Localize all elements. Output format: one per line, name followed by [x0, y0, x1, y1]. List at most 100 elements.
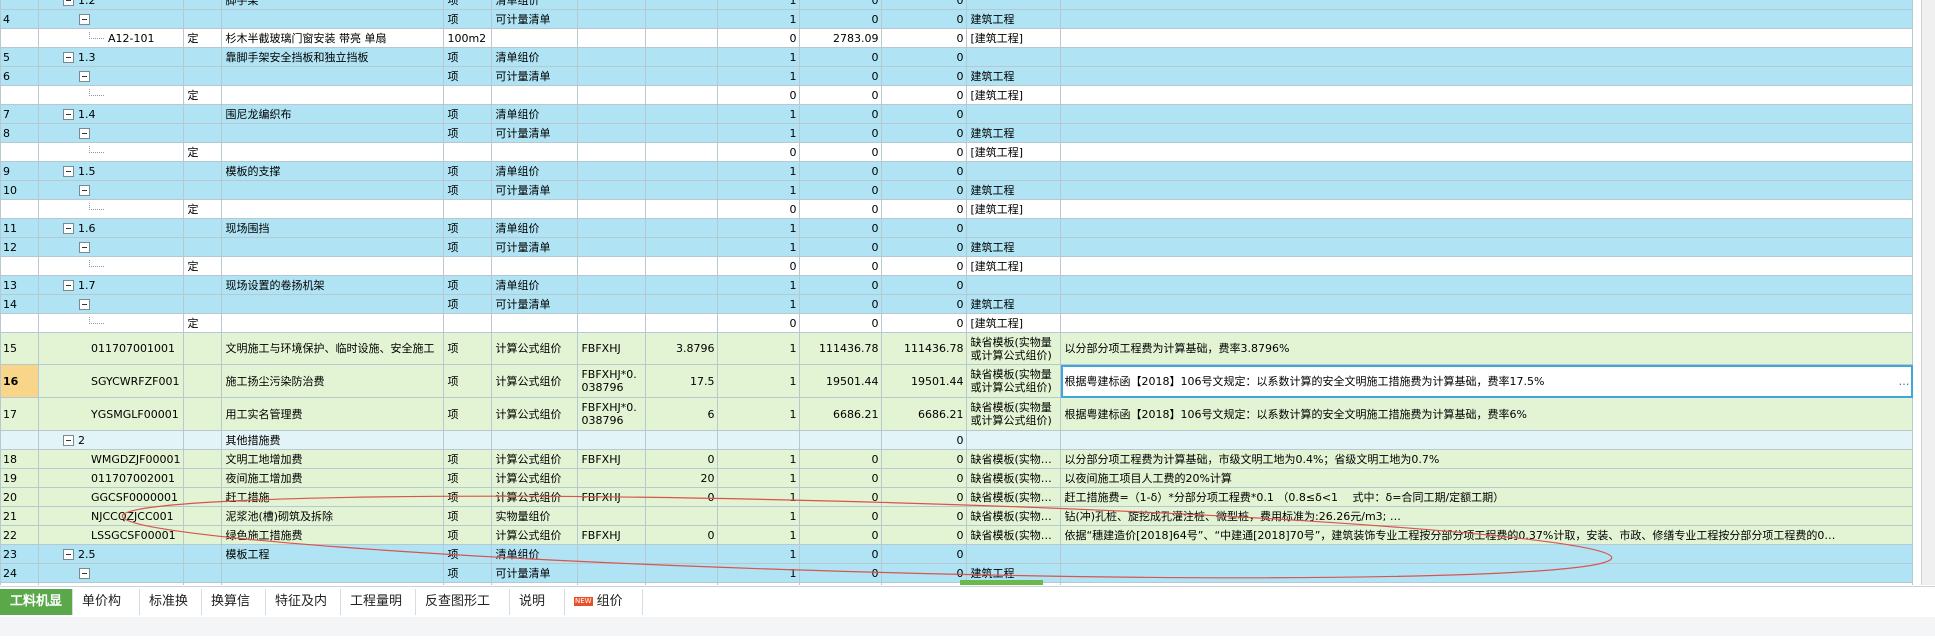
item-name-cell[interactable]: 绿色施工措施费: [221, 525, 445, 545]
item-name-cell[interactable]: 施工扬尘污染防治费: [221, 364, 445, 398]
content-description-cell[interactable]: 依据“穗建造价[2018]64号”、“中建通[2018]70号”，建筑装饰专业工…: [1060, 525, 1914, 545]
row-number-cell[interactable]: 10: [0, 180, 39, 200]
item-type-cell[interactable]: [183, 218, 223, 238]
row-number-cell[interactable]: 14: [0, 294, 39, 314]
quantity-cell[interactable]: 0: [717, 85, 801, 105]
item-name-cell[interactable]: [221, 142, 445, 162]
rate-cell[interactable]: [645, 0, 719, 10]
rate-cell[interactable]: [645, 66, 719, 86]
item-code-cell[interactable]: 1.4: [37, 104, 185, 124]
content-description-cell[interactable]: [1060, 123, 1914, 143]
unit-cell[interactable]: 项: [443, 9, 493, 29]
item-code-cell[interactable]: [37, 180, 185, 200]
item-name-cell[interactable]: 赶工措施: [221, 487, 445, 507]
total-price-cell[interactable]: 0: [881, 256, 968, 276]
total-price-cell[interactable]: 0: [881, 161, 968, 181]
item-name-cell[interactable]: 脚手架: [221, 0, 445, 10]
collapse-toggle-icon[interactable]: [63, 0, 74, 6]
content-description-cell[interactable]: [1060, 28, 1914, 48]
unit-cell[interactable]: 项: [443, 294, 493, 314]
item-code-cell[interactable]: 2: [37, 430, 185, 450]
item-type-cell[interactable]: [183, 275, 223, 295]
quantity-cell[interactable]: 1: [717, 332, 801, 365]
template-cell[interactable]: [966, 218, 1062, 238]
collapse-toggle-icon[interactable]: [63, 280, 74, 291]
unit-cell[interactable]: 项: [443, 218, 493, 238]
unit-cell[interactable]: 项: [443, 487, 493, 507]
table-row[interactable]: A12-101 定杉木半截玻璃门窗安装 带亮 单扇 100m2 0 2783.09 0 [建…: [0, 28, 1914, 48]
unit-price-cell[interactable]: 0: [799, 487, 883, 507]
total-price-cell[interactable]: 0: [881, 104, 968, 124]
total-price-cell[interactable]: 0: [881, 47, 968, 67]
template-cell[interactable]: 缺省模板(实物…: [966, 487, 1062, 507]
item-code-cell[interactable]: [37, 237, 185, 257]
template-cell[interactable]: 缺省模板(实物量或计算公式组价): [966, 397, 1062, 431]
item-name-cell[interactable]: 杉木半截玻璃门窗安装 带亮 单扇: [221, 28, 445, 48]
item-name-cell[interactable]: [221, 66, 445, 86]
item-name-cell[interactable]: 文明工地增加费: [221, 449, 445, 469]
quantity-cell[interactable]: 1: [717, 275, 801, 295]
pricing-category-cell[interactable]: 清单组价: [491, 544, 579, 564]
item-type-cell[interactable]: [183, 237, 223, 257]
collapse-toggle-icon[interactable]: [63, 52, 74, 63]
item-type-cell[interactable]: [183, 9, 223, 29]
calc-base-cell[interactable]: FBFXHJ*0.038796: [577, 364, 647, 398]
item-name-cell[interactable]: 文明施工与环境保护、临时设施、安全施工: [221, 332, 445, 365]
calc-base-cell[interactable]: [577, 47, 647, 67]
pricing-category-cell[interactable]: 清单组价: [491, 218, 579, 238]
quantity-cell[interactable]: 0: [717, 313, 801, 333]
unit-price-cell[interactable]: 0: [799, 468, 883, 488]
item-code-cell[interactable]: SGYCWRFZF001: [37, 364, 185, 398]
total-price-cell[interactable]: 0: [881, 0, 968, 10]
rate-cell[interactable]: [645, 199, 719, 219]
rate-cell[interactable]: [645, 256, 719, 276]
unit-price-cell[interactable]: 0: [799, 275, 883, 295]
item-type-cell[interactable]: [183, 468, 223, 488]
total-price-cell[interactable]: 0: [881, 237, 968, 257]
calc-base-cell[interactable]: [577, 294, 647, 314]
pricing-category-cell[interactable]: 计算公式组价: [491, 332, 579, 365]
calc-base-cell[interactable]: [577, 142, 647, 162]
calc-base-cell[interactable]: [577, 66, 647, 86]
unit-cell[interactable]: 项: [443, 468, 493, 488]
calc-base-cell[interactable]: [577, 9, 647, 29]
calc-base-cell[interactable]: [577, 237, 647, 257]
row-number-cell[interactable]: [0, 313, 39, 333]
table-row[interactable]: 6 项可计量清单 1 0 0 建筑工程: [0, 66, 1914, 86]
table-row[interactable]: 12 项可计量清单 1 0 0 建筑工程: [0, 237, 1914, 257]
row-number-cell[interactable]: 22: [0, 525, 39, 545]
item-name-cell[interactable]: 现场设置的卷扬机架: [221, 275, 445, 295]
row-number-cell[interactable]: [0, 582, 39, 585]
calc-base-cell[interactable]: [577, 544, 647, 564]
item-code-cell[interactable]: WMGDZJF00001: [37, 449, 185, 469]
unit-cell[interactable]: 项: [443, 237, 493, 257]
template-cell[interactable]: 建筑工程: [966, 180, 1062, 200]
rate-cell[interactable]: 0: [645, 449, 719, 469]
content-description-cell[interactable]: 以夜间施工项目人工费的20%计算: [1060, 468, 1914, 488]
rate-cell[interactable]: 17.5: [645, 364, 719, 398]
item-code-cell[interactable]: GGCSF0000001: [37, 487, 185, 507]
unit-cell[interactable]: [443, 142, 493, 162]
pricing-category-cell[interactable]: 可计量清单: [491, 294, 579, 314]
item-type-cell[interactable]: 定: [183, 582, 223, 585]
row-number-cell[interactable]: 4: [0, 9, 39, 29]
quantity-cell[interactable]: 1: [717, 47, 801, 67]
unit-price-cell[interactable]: 0: [799, 256, 883, 276]
table-row[interactable]: 19 011707002001 夜间施工增加费项计算公式组价 20 1 0 0 缺省模板(实物…: [0, 468, 1914, 488]
row-number-cell[interactable]: [0, 430, 39, 450]
total-price-cell[interactable]: 0: [881, 525, 968, 545]
item-code-cell[interactable]: 2.5: [37, 544, 185, 564]
row-number-cell[interactable]: 5: [0, 47, 39, 67]
item-type-cell[interactable]: 定: [183, 85, 223, 105]
quantity-cell[interactable]: 1: [717, 161, 801, 181]
item-code-cell[interactable]: [37, 9, 185, 29]
table-row[interactable]: 21 NJCCQZJCC001 泥浆池(槽)砌筑及拆除项实物量组价 1 0 0 缺省模板(实…: [0, 506, 1914, 526]
template-cell[interactable]: 缺省模板(实物…: [966, 449, 1062, 469]
total-price-cell[interactable]: 0: [881, 28, 968, 48]
rate-cell[interactable]: [645, 218, 719, 238]
pricing-category-cell[interactable]: 清单组价: [491, 161, 579, 181]
quantity-cell[interactable]: 1: [717, 397, 801, 431]
unit-cell[interactable]: 项: [443, 275, 493, 295]
content-description-cell[interactable]: [1060, 256, 1914, 276]
item-name-cell[interactable]: 用工实名管理费: [221, 397, 445, 431]
